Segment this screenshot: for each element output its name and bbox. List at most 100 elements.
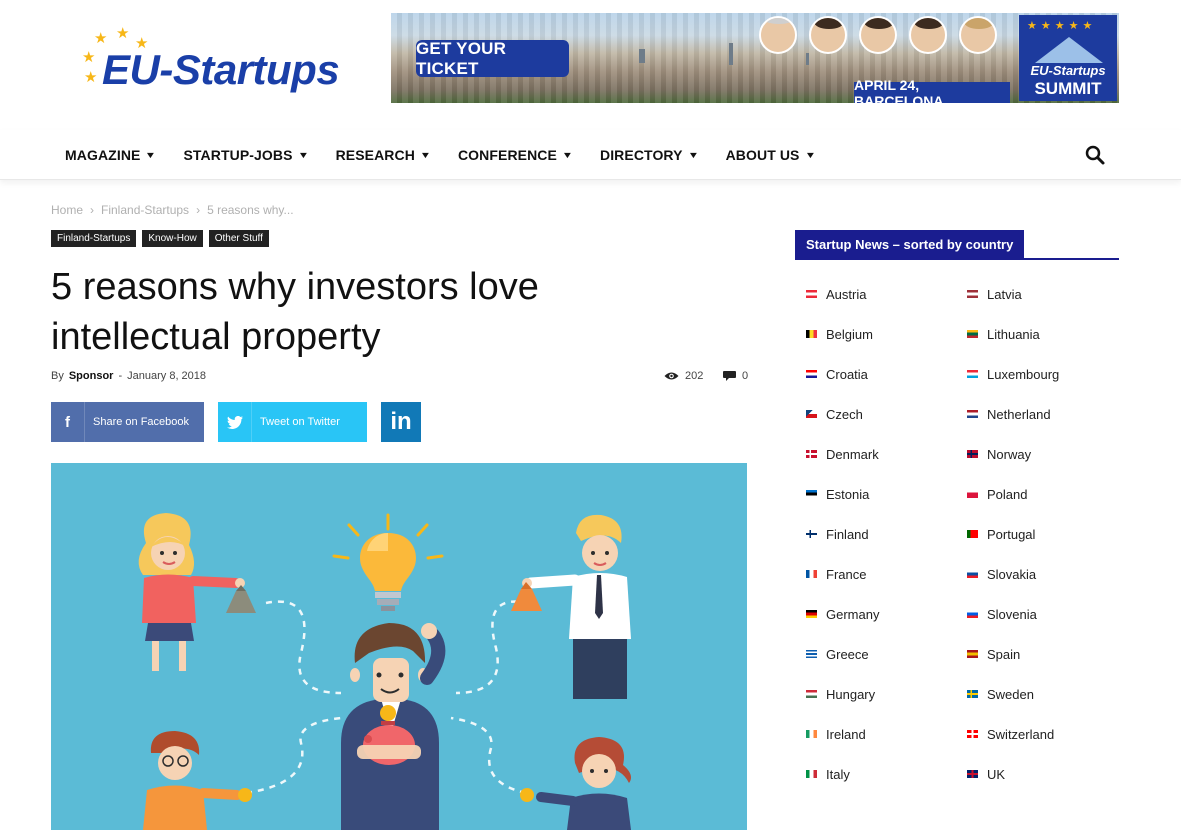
flag-icon bbox=[806, 370, 817, 378]
country-name: Ireland bbox=[826, 726, 866, 742]
country-link[interactable]: Poland bbox=[967, 474, 1128, 514]
country-link[interactable]: UK bbox=[967, 754, 1128, 794]
country-link[interactable]: Hungary bbox=[806, 674, 967, 714]
skyline-tower bbox=[729, 43, 733, 65]
country-link[interactable]: Denmark bbox=[806, 434, 967, 474]
country-link[interactable]: Czech bbox=[806, 394, 967, 434]
country-link[interactable]: Spain bbox=[967, 634, 1128, 674]
nav-item-label: DIRECTORY bbox=[599, 147, 683, 163]
flag-icon bbox=[967, 370, 978, 378]
sidebar-heading-label: Startup News – sorted by country bbox=[795, 230, 1025, 258]
share-facebook-button[interactable]: f Share on Facebook bbox=[51, 402, 204, 442]
country-name: Slovakia bbox=[987, 566, 1037, 582]
country-link[interactable]: France bbox=[806, 554, 967, 594]
skyline-tower bbox=[639, 49, 645, 63]
country-link[interactable]: Slovenia bbox=[967, 594, 1128, 634]
linkedin-icon: in bbox=[390, 408, 412, 435]
speaker-avatar bbox=[809, 16, 847, 54]
country-name: Greece bbox=[826, 646, 869, 662]
breadcrumb-current: 5 reasons why... bbox=[207, 203, 294, 217]
share-linkedin-button[interactable]: in bbox=[381, 402, 421, 442]
country-link[interactable]: Luxembourg bbox=[967, 354, 1128, 394]
author-link[interactable]: Sponsor bbox=[69, 370, 114, 382]
comment-count[interactable]: 0 bbox=[723, 370, 748, 382]
chevron-down-icon: ▼ bbox=[145, 150, 157, 160]
country-name: Italy bbox=[826, 766, 850, 782]
country-name: Hungary bbox=[826, 686, 876, 702]
share-twitter-button[interactable]: Tweet on Twitter bbox=[218, 402, 367, 442]
country-name: Estonia bbox=[826, 486, 870, 502]
country-list: Austria Latvia Belgium Lithuania Croatia Luxe… bbox=[806, 274, 1126, 794]
chevron-down-icon: ▼ bbox=[297, 150, 309, 160]
country-name: Norway bbox=[987, 446, 1032, 462]
flag-icon bbox=[967, 330, 978, 338]
nav-item-directory[interactable]: DIRECTORY ▼ bbox=[586, 130, 712, 180]
site-logo[interactable]: ★ ★ ★ ★ ★ EU-Startups bbox=[80, 26, 370, 96]
country-link[interactable]: Norway bbox=[967, 434, 1128, 474]
country-link[interactable]: Netherland bbox=[967, 394, 1128, 434]
country-link[interactable]: Latvia bbox=[967, 274, 1128, 314]
country-name: Germany bbox=[826, 606, 880, 622]
nav-item-startup-jobs[interactable]: STARTUP-JOBS ▼ bbox=[169, 130, 321, 180]
country-link[interactable]: Portugal bbox=[967, 514, 1128, 554]
nav-item-magazine[interactable]: MAGAZINE ▼ bbox=[51, 130, 169, 180]
facebook-icon: f bbox=[51, 402, 85, 442]
nav-item-label: MAGAZINE bbox=[65, 147, 141, 163]
flag-icon bbox=[967, 610, 978, 618]
nav-item-conference[interactable]: CONFERENCE ▼ bbox=[444, 130, 586, 180]
flag-icon bbox=[806, 330, 817, 338]
badge-brand: EU-Startups bbox=[1030, 63, 1106, 78]
category-tag[interactable]: Other Stuff bbox=[208, 230, 269, 247]
share-facebook-label: Share on Facebook bbox=[93, 416, 190, 428]
country-name: Latvia bbox=[987, 286, 1022, 302]
event-date: APRIL 24, BARCELONA bbox=[854, 77, 1010, 103]
country-link[interactable]: Ireland bbox=[806, 714, 967, 754]
category-tag[interactable]: Know-How bbox=[142, 230, 203, 247]
country-link[interactable]: Finland bbox=[806, 514, 967, 554]
country-link[interactable]: Switzerland bbox=[967, 714, 1128, 754]
summit-ad-banner[interactable]: GET YOUR TICKET APRIL 24, BARCELONA ★★★★… bbox=[391, 13, 1119, 103]
breadcrumb-category[interactable]: Finland-Startups bbox=[101, 203, 189, 217]
country-name: Finland bbox=[826, 526, 869, 542]
country-link[interactable]: Belgium bbox=[806, 314, 967, 354]
country-link[interactable]: Lithuania bbox=[967, 314, 1128, 354]
country-link[interactable]: Greece bbox=[806, 634, 967, 674]
country-link[interactable]: Slovakia bbox=[967, 554, 1128, 594]
flag-icon bbox=[967, 730, 978, 738]
country-name: Slovenia bbox=[987, 606, 1037, 622]
view-count: 202 bbox=[664, 370, 703, 382]
country-link[interactable]: Sweden bbox=[967, 674, 1128, 714]
chevron-down-icon: ▼ bbox=[419, 150, 432, 160]
article-featured-image bbox=[51, 463, 747, 830]
central-investor-figure bbox=[341, 623, 446, 830]
nav-item-research[interactable]: RESEARCH ▼ bbox=[322, 130, 444, 180]
country-name: Netherland bbox=[987, 406, 1051, 422]
country-link[interactable]: Croatia bbox=[806, 354, 967, 394]
search-icon[interactable] bbox=[1084, 144, 1106, 166]
sidebar-heading: Startup News – sorted by country bbox=[795, 230, 1119, 260]
investors-illustration bbox=[138, 513, 631, 830]
star-icon: ★ bbox=[84, 69, 98, 86]
star-icon: ★ bbox=[94, 30, 108, 47]
breadcrumb: Home › Finland-Startups › 5 reasons why.… bbox=[51, 203, 294, 217]
nav-item-about-us[interactable]: ABOUT US ▼ bbox=[712, 130, 829, 180]
flag-icon bbox=[967, 490, 978, 498]
country-link[interactable]: Germany bbox=[806, 594, 967, 634]
country-link[interactable]: Estonia bbox=[806, 474, 967, 514]
country-name: Sweden bbox=[987, 686, 1034, 702]
category-tag[interactable]: Finland-Startups bbox=[51, 230, 137, 247]
flag-icon bbox=[806, 570, 817, 578]
flag-icon bbox=[967, 450, 978, 458]
flag-icon bbox=[967, 690, 978, 698]
flag-icon bbox=[806, 770, 817, 778]
breadcrumb-home[interactable]: Home bbox=[51, 203, 83, 217]
flag-icon bbox=[806, 650, 817, 658]
country-link[interactable]: Italy bbox=[806, 754, 967, 794]
nav-item-label: ABOUT US bbox=[725, 147, 800, 163]
country-link[interactable]: Austria bbox=[806, 274, 967, 314]
flag-icon bbox=[806, 490, 817, 498]
investor-woman-2-figure bbox=[520, 737, 631, 830]
country-name: Czech bbox=[826, 406, 863, 422]
share-twitter-label: Tweet on Twitter bbox=[260, 416, 340, 428]
get-ticket-button[interactable]: GET YOUR TICKET bbox=[416, 39, 569, 78]
